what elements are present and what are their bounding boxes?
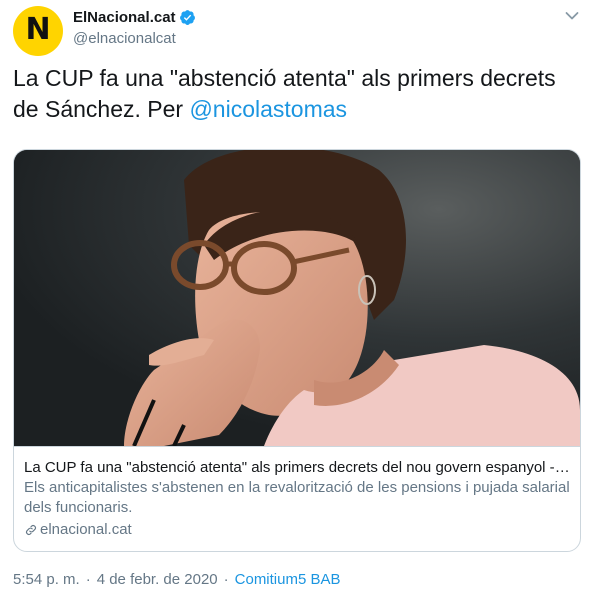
verified-badge-icon [179,10,195,25]
card-domain: elnacional.cat [40,521,132,538]
display-name-row: ElNacional.cat [73,9,196,26]
mention-link[interactable]: @nicolastomas [189,96,347,122]
display-name[interactable]: ElNacional.cat [73,9,176,26]
meta-separator: · [85,571,91,588]
caret-down-icon[interactable] [565,11,579,21]
avatar-logo-letter: N [25,12,51,47]
card-description: Els anticapitalistes s'abstenen en la re… [24,479,570,516]
tweet-source[interactable]: Comitium5 BAB [235,571,341,588]
account-handle[interactable]: @elnacionalcat [73,30,196,47]
link-icon [26,525,36,535]
tweet-date[interactable]: 4 de febr. de 2020 [97,571,218,588]
link-card[interactable]: La CUP fa una "abstenció atenta" als pri… [13,149,581,552]
account-names: ElNacional.cat @elnacionalcat [73,9,196,47]
tweet-meta: 5:54 p. m. · 4 de febr. de 2020 · Comiti… [13,571,341,588]
card-image [14,150,580,446]
card-domain-row: elnacional.cat [24,520,570,540]
meta-separator-2: · [223,571,229,588]
tweet-header: N ElNacional.cat @elnacionalcat [13,6,581,56]
tweet-text: La CUP fa una "abstenció atenta" als pri… [13,63,573,125]
card-title: La CUP fa una "abstenció atenta" als pri… [24,459,570,476]
avatar[interactable]: N [13,6,63,56]
card-body: La CUP fa una "abstenció atenta" als pri… [14,446,580,551]
tweet-time[interactable]: 5:54 p. m. [13,571,80,588]
